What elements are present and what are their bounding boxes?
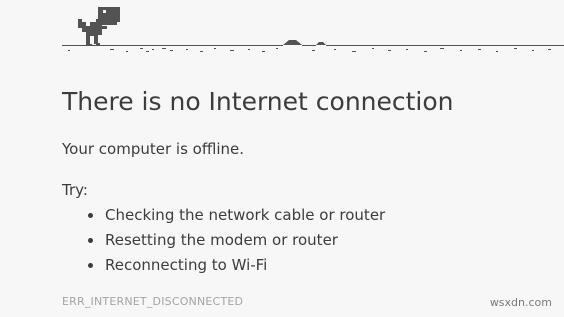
suggestion-reset-modem: Resetting the modem or router [88,228,385,253]
error-code: ERR_INTERNET_DISCONNECTED [62,295,244,308]
watermark: wsxdn.com [489,296,552,309]
t-rex-dinosaur-icon[interactable] [78,7,120,46]
try-label: Try: [62,181,88,199]
page-title: There is no Internet connection [62,87,454,116]
dino-game-area[interactable] [0,0,564,60]
suggestions-list: Checking the network cable or router Res… [88,203,385,278]
suggestion-check-cable: Checking the network cable or router [88,203,385,228]
offline-message: Your computer is offline. [62,140,244,158]
suggestion-reconnect-wifi: Reconnecting to Wi-Fi [88,253,385,278]
desert-ground-line [62,40,564,52]
offline-error-page: There is no Internet connection Your com… [0,0,564,317]
dino-game-canvas[interactable] [0,0,564,60]
